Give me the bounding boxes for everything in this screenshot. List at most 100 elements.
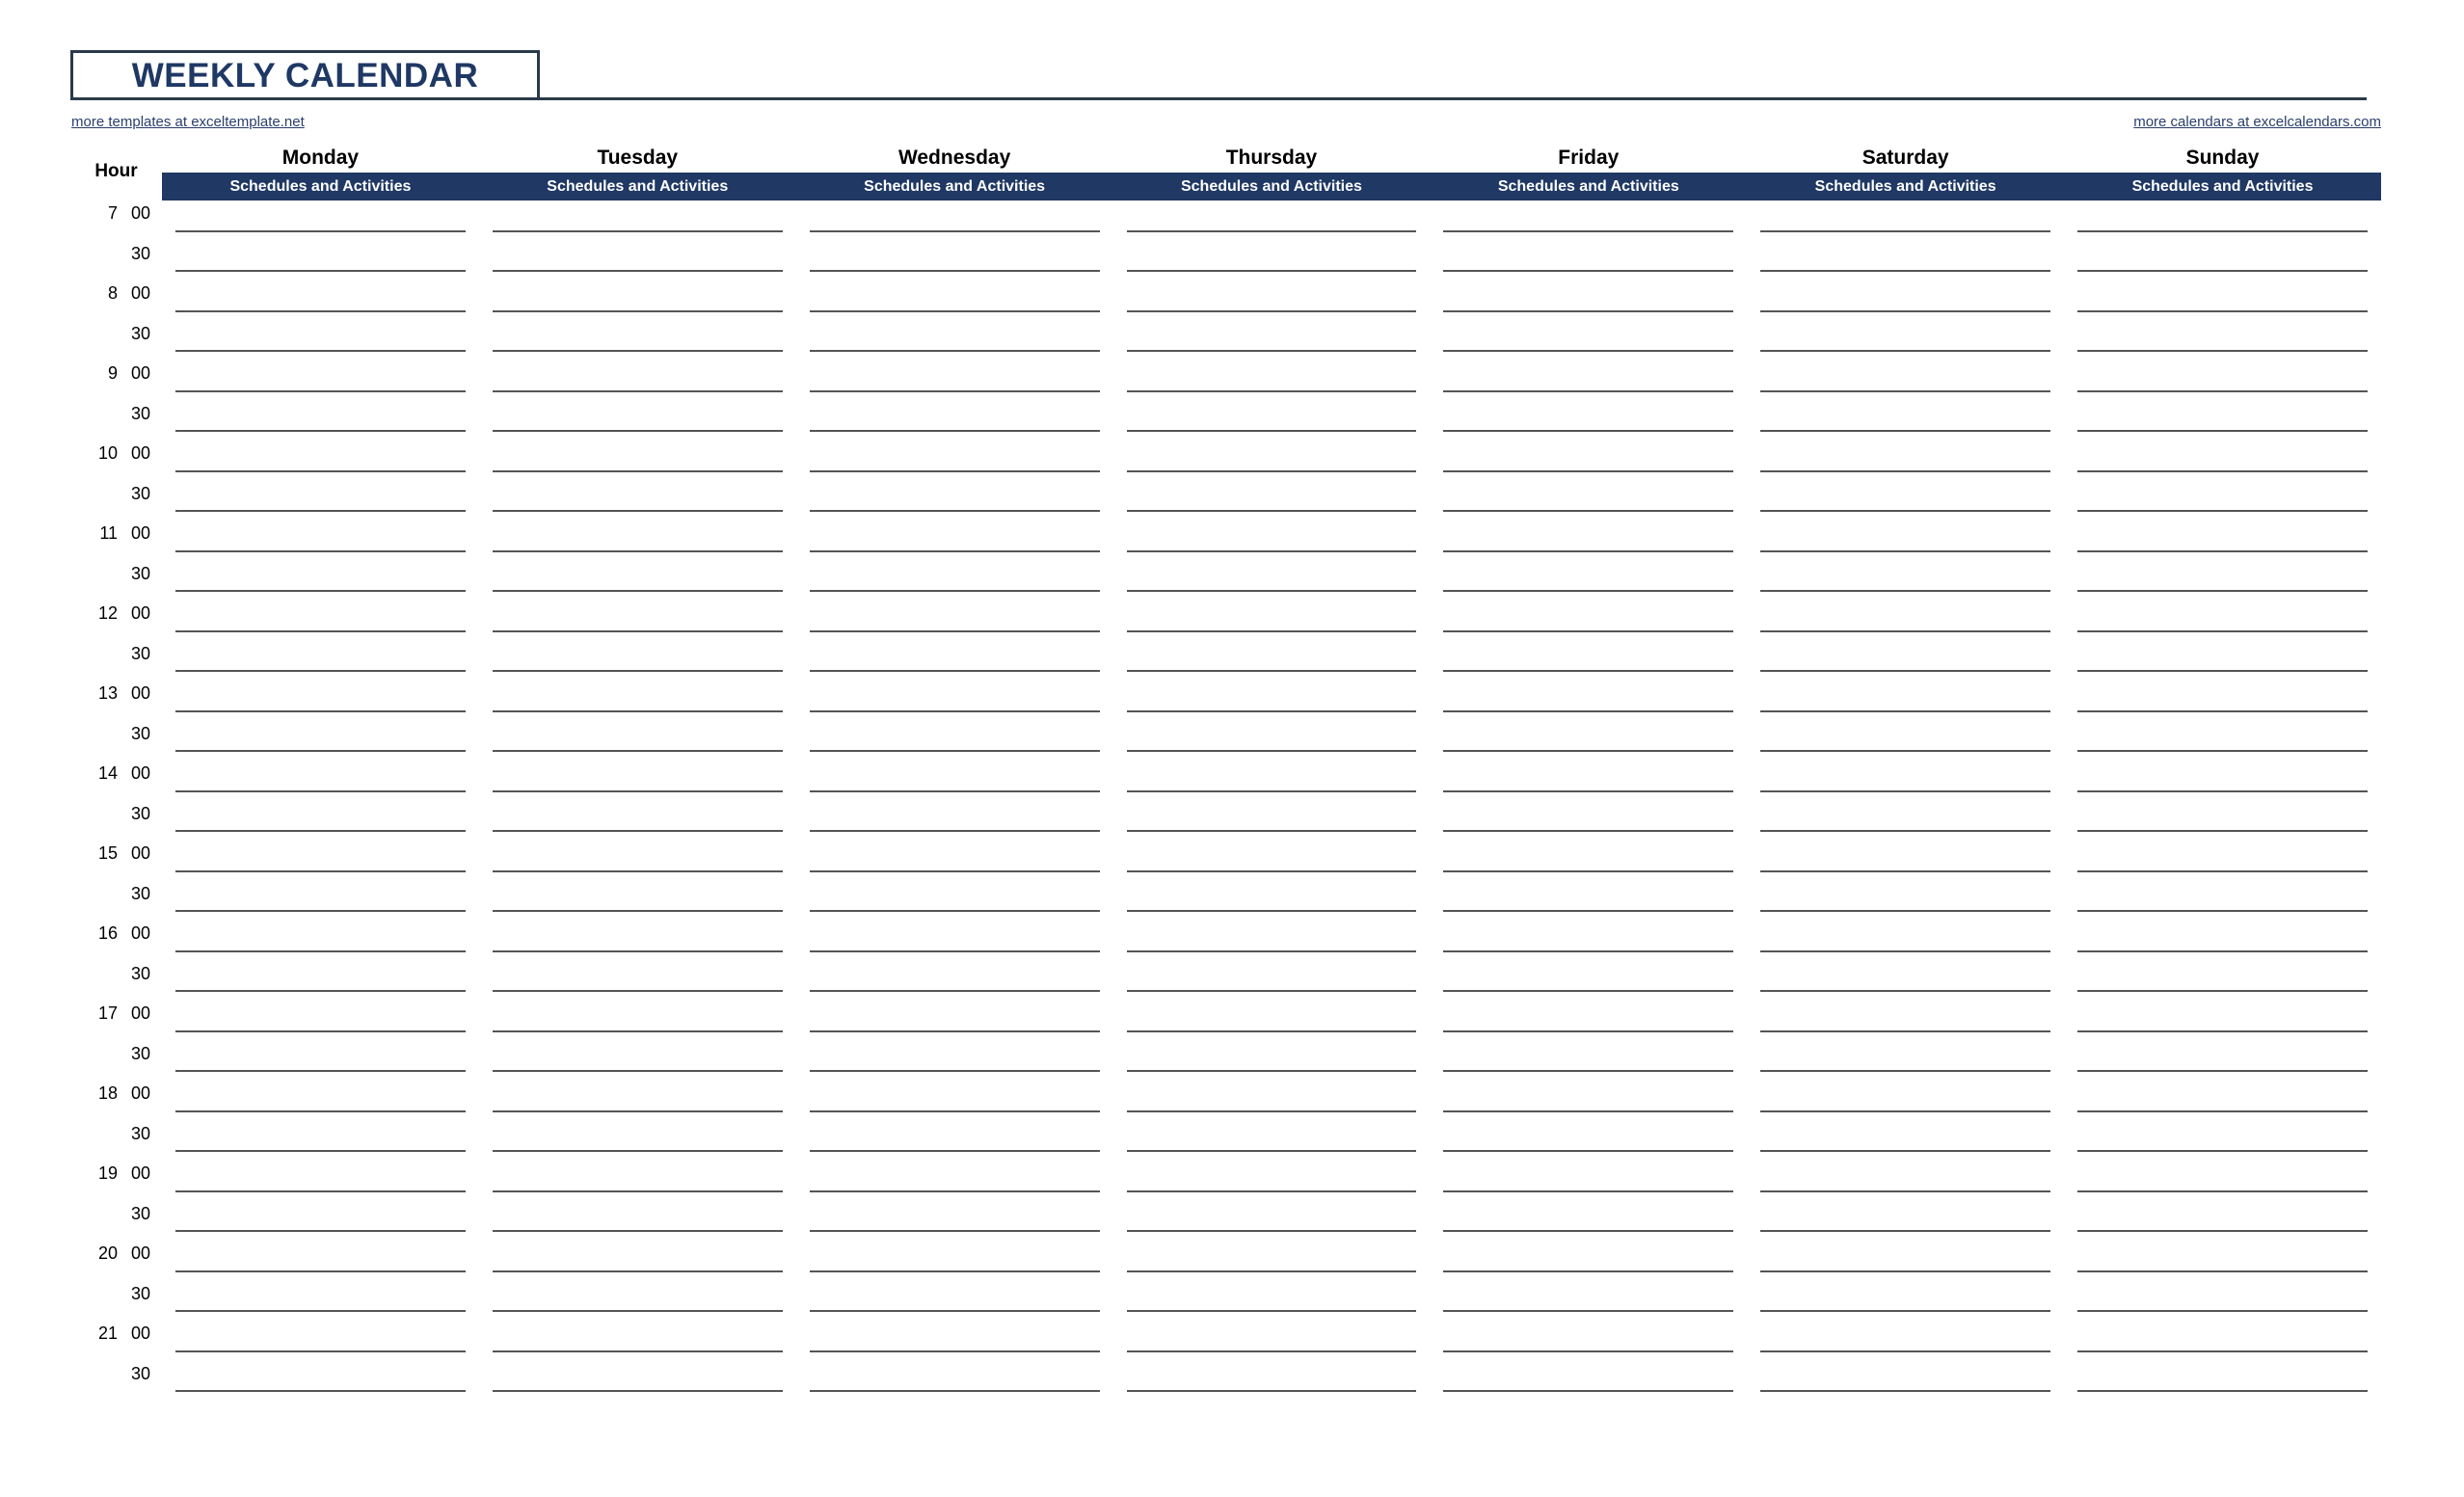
schedule-entry-cell[interactable]	[2064, 1001, 2381, 1041]
schedule-entry-cell[interactable]	[478, 800, 796, 841]
schedule-entry-cell[interactable]	[478, 560, 796, 601]
schedule-entry-cell[interactable]	[162, 880, 479, 921]
schedule-entry-cell[interactable]	[1430, 200, 1748, 241]
schedule-entry-cell[interactable]	[478, 761, 796, 801]
schedule-entry-cell[interactable]	[1112, 560, 1431, 601]
schedule-entry-cell[interactable]	[1747, 921, 2065, 961]
schedule-entry-cell[interactable]	[1747, 960, 2065, 1001]
schedule-entry-cell[interactable]	[1112, 1120, 1431, 1161]
schedule-entry-cell[interactable]	[162, 800, 479, 841]
schedule-entry-cell[interactable]	[1430, 681, 1748, 721]
schedule-entry-cell[interactable]	[1747, 281, 2065, 321]
schedule-entry-cell[interactable]	[162, 921, 479, 961]
schedule-entry-cell[interactable]	[1430, 800, 1748, 841]
schedule-entry-cell[interactable]	[1747, 841, 2065, 881]
schedule-entry-cell[interactable]	[1747, 441, 2065, 481]
schedule-entry-cell[interactable]	[162, 400, 479, 441]
schedule-entry-cell[interactable]	[795, 240, 1113, 281]
schedule-entry-cell[interactable]	[162, 200, 479, 241]
schedule-entry-cell[interactable]	[795, 720, 1113, 761]
schedule-entry-cell[interactable]	[795, 601, 1113, 641]
schedule-entry-cell[interactable]	[162, 720, 479, 761]
schedule-entry-cell[interactable]	[2064, 841, 2381, 881]
schedule-entry-cell[interactable]	[162, 960, 479, 1001]
schedule-entry-cell[interactable]	[1112, 1161, 1431, 1201]
schedule-entry-cell[interactable]	[795, 1321, 1113, 1361]
schedule-entry-cell[interactable]	[478, 960, 796, 1001]
schedule-entry-cell[interactable]	[478, 1081, 796, 1121]
schedule-entry-cell[interactable]	[1747, 1001, 2065, 1041]
schedule-entry-cell[interactable]	[2064, 1081, 2381, 1121]
schedule-entry-cell[interactable]	[1112, 1241, 1431, 1281]
schedule-entry-cell[interactable]	[1430, 480, 1748, 521]
schedule-entry-cell[interactable]	[478, 1001, 796, 1041]
schedule-entry-cell[interactable]	[478, 640, 796, 681]
schedule-entry-cell[interactable]	[1430, 1001, 1748, 1041]
schedule-entry-cell[interactable]	[1430, 560, 1748, 601]
schedule-entry-cell[interactable]	[1747, 200, 2065, 241]
schedule-entry-cell[interactable]	[1112, 601, 1431, 641]
schedule-entry-cell[interactable]	[1747, 361, 2065, 401]
schedule-entry-cell[interactable]	[1747, 521, 2065, 561]
schedule-entry-cell[interactable]	[1747, 240, 2065, 281]
schedule-entry-cell[interactable]	[1430, 1040, 1748, 1081]
schedule-entry-cell[interactable]	[162, 1280, 479, 1321]
schedule-entry-cell[interactable]	[795, 400, 1113, 441]
schedule-entry-cell[interactable]	[2064, 521, 2381, 561]
schedule-entry-cell[interactable]	[795, 880, 1113, 921]
schedule-entry-cell[interactable]	[478, 720, 796, 761]
schedule-entry-cell[interactable]	[1430, 880, 1748, 921]
schedule-entry-cell[interactable]	[795, 681, 1113, 721]
schedule-entry-cell[interactable]	[795, 841, 1113, 881]
schedule-entry-cell[interactable]	[162, 1161, 479, 1201]
schedule-entry-cell[interactable]	[162, 761, 479, 801]
schedule-entry-cell[interactable]	[795, 1280, 1113, 1321]
schedule-entry-cell[interactable]	[1112, 480, 1431, 521]
schedule-entry-cell[interactable]	[1430, 841, 1748, 881]
schedule-entry-cell[interactable]	[162, 320, 479, 361]
schedule-entry-cell[interactable]	[1747, 601, 2065, 641]
schedule-entry-cell[interactable]	[1747, 681, 2065, 721]
schedule-entry-cell[interactable]	[1430, 320, 1748, 361]
schedule-entry-cell[interactable]	[1430, 240, 1748, 281]
schedule-entry-cell[interactable]	[795, 1001, 1113, 1041]
schedule-entry-cell[interactable]	[2064, 441, 2381, 481]
schedule-entry-cell[interactable]	[478, 1241, 796, 1281]
schedule-entry-cell[interactable]	[1747, 720, 2065, 761]
schedule-entry-cell[interactable]	[1112, 441, 1431, 481]
schedule-entry-cell[interactable]	[1430, 601, 1748, 641]
schedule-entry-cell[interactable]	[1430, 1280, 1748, 1321]
schedule-entry-cell[interactable]	[2064, 361, 2381, 401]
schedule-entry-cell[interactable]	[162, 281, 479, 321]
schedule-entry-cell[interactable]	[1112, 281, 1431, 321]
schedule-entry-cell[interactable]	[795, 560, 1113, 601]
schedule-entry-cell[interactable]	[1430, 400, 1748, 441]
exceltemplate-link[interactable]: more templates at exceltemplate.net	[71, 114, 305, 130]
schedule-entry-cell[interactable]	[2064, 960, 2381, 1001]
schedule-entry-cell[interactable]	[1112, 841, 1431, 881]
schedule-entry-cell[interactable]	[478, 240, 796, 281]
schedule-entry-cell[interactable]	[795, 640, 1113, 681]
schedule-entry-cell[interactable]	[2064, 1280, 2381, 1321]
excelcalendars-link[interactable]: more calendars at excelcalendars.com	[2133, 114, 2381, 130]
schedule-entry-cell[interactable]	[1112, 761, 1431, 801]
schedule-entry-cell[interactable]	[1747, 640, 2065, 681]
schedule-entry-cell[interactable]	[1430, 1241, 1748, 1281]
schedule-entry-cell[interactable]	[795, 1200, 1113, 1241]
schedule-entry-cell[interactable]	[162, 240, 479, 281]
schedule-entry-cell[interactable]	[1112, 960, 1431, 1001]
schedule-entry-cell[interactable]	[162, 560, 479, 601]
schedule-entry-cell[interactable]	[1430, 921, 1748, 961]
schedule-entry-cell[interactable]	[478, 1321, 796, 1361]
schedule-entry-cell[interactable]	[795, 1040, 1113, 1081]
schedule-entry-cell[interactable]	[162, 841, 479, 881]
schedule-entry-cell[interactable]	[1112, 640, 1431, 681]
schedule-entry-cell[interactable]	[162, 480, 479, 521]
schedule-entry-cell[interactable]	[2064, 1120, 2381, 1161]
schedule-entry-cell[interactable]	[1430, 1120, 1748, 1161]
schedule-entry-cell[interactable]	[1112, 681, 1431, 721]
schedule-entry-cell[interactable]	[2064, 1161, 2381, 1201]
schedule-entry-cell[interactable]	[478, 1161, 796, 1201]
schedule-entry-cell[interactable]	[1747, 1360, 2065, 1401]
schedule-entry-cell[interactable]	[795, 1081, 1113, 1121]
